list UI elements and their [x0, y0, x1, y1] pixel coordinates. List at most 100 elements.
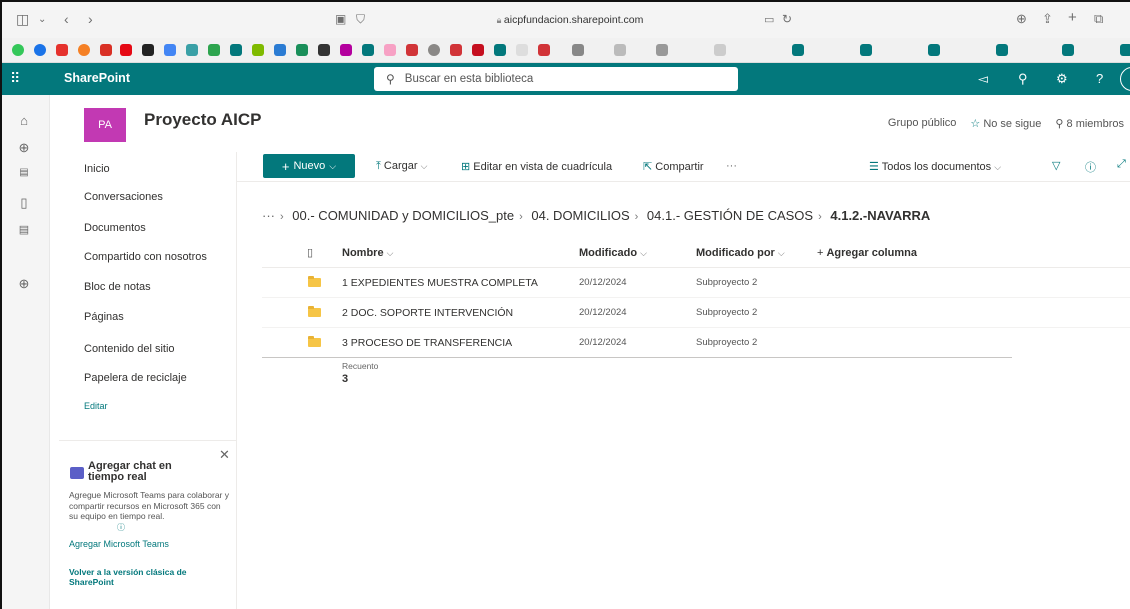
news-icon[interactable]: ▤ [16, 167, 32, 183]
tab-overview-icon[interactable]: ▣ [335, 12, 346, 26]
share-button[interactable]: ⇱ Compartir [643, 160, 704, 173]
info-icon[interactable]: ⓘ [1085, 159, 1096, 175]
modified-by[interactable]: Subproyecto 2 [696, 307, 757, 318]
favorite-icon[interactable] [572, 44, 584, 56]
view-selector[interactable]: ☰ Todos los documentos ⌵ [869, 160, 1001, 173]
nav-item-compartido[interactable]: Compartido con nosotros [84, 251, 207, 263]
favorite-icon[interactable] [428, 44, 440, 56]
favorite-icon[interactable] [494, 44, 506, 56]
favorite-icon[interactable] [472, 44, 484, 56]
shield-icon[interactable]: ⛉ [356, 12, 365, 27]
share-icon[interactable]: ⇪ [1042, 11, 1053, 27]
help-icon[interactable]: ? [1096, 71, 1103, 86]
column-header-modified-by[interactable]: Modificado por ⌵ [696, 247, 785, 259]
file-name[interactable]: 1 EXPEDIENTES MUESTRA COMPLETA [342, 277, 538, 289]
classic-view-link[interactable]: Volver a la versión clásica de SharePoin… [69, 567, 219, 587]
download-icon[interactable]: ⊕ [1016, 11, 1027, 27]
globe-icon[interactable]: ⊕ [16, 140, 32, 156]
breadcrumb-item[interactable]: 04. DOMICILIOS [531, 208, 629, 223]
favorite-icon[interactable] [318, 44, 330, 56]
create-icon[interactable]: ⊕ [16, 276, 32, 292]
list-icon[interactable]: ▤ [16, 223, 32, 239]
site-logo[interactable]: PA [84, 108, 126, 142]
home-icon[interactable]: ⌂ [16, 113, 32, 129]
members-button[interactable]: ⚲ 8 miembros [1055, 117, 1124, 130]
table-row[interactable]: 1 EXPEDIENTES MUESTRA COMPLETA 20/12/202… [262, 268, 1130, 298]
reader-icon[interactable]: ▭ [764, 13, 774, 26]
table-row[interactable]: 2 DOC. SOPORTE INTERVENCIÓN 20/12/2024 S… [262, 298, 1130, 328]
upload-button[interactable]: ⤒ Cargar ⌵ [376, 160, 427, 173]
add-teams-link[interactable]: Agregar Microsoft Teams [69, 539, 169, 549]
nav-item-paginas[interactable]: Páginas [84, 311, 124, 323]
nav-item-conversaciones[interactable]: Conversaciones [84, 191, 163, 203]
file-name[interactable]: 3 PROCESO DE TRANSFERENCIA [342, 337, 512, 349]
nav-item-inicio[interactable]: Inicio [84, 163, 110, 175]
breadcrumb-overflow[interactable]: ··· [262, 208, 275, 223]
favorite-icon[interactable] [614, 44, 626, 56]
avatar[interactable] [1120, 67, 1130, 91]
favorite-icon[interactable] [78, 44, 90, 56]
favorite-icon[interactable] [296, 44, 308, 56]
more-button[interactable]: ··· [726, 160, 737, 172]
people-icon[interactable]: ⚲ [1018, 71, 1028, 87]
nav-item-contenido[interactable]: Contenido del sitio [84, 343, 175, 355]
favorite-icon[interactable] [406, 44, 418, 56]
site-title[interactable]: Proyecto AICP [144, 110, 261, 130]
favorite-icon[interactable] [516, 44, 528, 56]
favorite-icon[interactable] [230, 44, 242, 56]
nav-item-documentos[interactable]: Documentos [84, 222, 146, 234]
favorite-icon[interactable] [142, 44, 154, 56]
favorite-icon[interactable] [56, 44, 68, 56]
chevron-down-icon[interactable]: ⌄ [38, 14, 46, 25]
favorite-icon[interactable] [12, 44, 24, 56]
favorite-icon[interactable] [252, 44, 264, 56]
favorite-icon[interactable] [120, 44, 132, 56]
forward-icon[interactable]: › [88, 11, 93, 27]
file-name[interactable]: 2 DOC. SOPORTE INTERVENCIÓN [342, 307, 513, 319]
tabs-icon[interactable]: ⧉ [1094, 11, 1103, 27]
breadcrumb-item[interactable]: 04.1.- GESTIÓN DE CASOS [647, 208, 813, 223]
table-row[interactable]: 3 PROCESO DE TRANSFERENCIA 20/12/2024 Su… [262, 328, 1012, 358]
favorite-icon[interactable] [362, 44, 374, 56]
gear-icon[interactable]: ⚙ [1056, 71, 1068, 87]
favorite-icon[interactable] [340, 44, 352, 56]
file-icon[interactable]: ▯ [16, 195, 32, 211]
favorite-icon[interactable] [1062, 44, 1074, 56]
favorite-icon[interactable] [100, 44, 112, 56]
favorite-icon[interactable] [384, 44, 396, 56]
expand-icon[interactable]: ⤢ [1117, 158, 1126, 171]
filter-icon[interactable]: ▽ [1052, 159, 1060, 172]
new-button[interactable]: + Nuevo ⌵ [263, 154, 355, 178]
nav-item-papelera[interactable]: Papelera de reciclaje [84, 372, 187, 384]
favorite-icon[interactable] [656, 44, 668, 56]
edit-nav-link[interactable]: Editar [84, 401, 108, 411]
add-column-button[interactable]: + Agregar columna [817, 247, 917, 259]
close-icon[interactable]: ✕ [219, 447, 230, 463]
new-tab-icon[interactable]: + [1068, 9, 1077, 26]
search-input[interactable]: ⚲ Buscar en esta biblioteca [374, 67, 738, 91]
favorite-icon[interactable] [1120, 44, 1130, 56]
breadcrumb-item[interactable]: 00.- COMUNIDAD y DOMICILIOS_pte [292, 208, 514, 223]
favorite-icon[interactable] [928, 44, 940, 56]
favorite-icon[interactable] [208, 44, 220, 56]
follow-button[interactable]: ☆ No se sigue [970, 117, 1041, 130]
modified-by[interactable]: Subproyecto 2 [696, 277, 757, 288]
sidebar-toggle-icon[interactable]: ◫ [16, 11, 29, 28]
nav-item-bloc-notas[interactable]: Bloc de notas [84, 281, 151, 293]
favorite-icon[interactable] [996, 44, 1008, 56]
grid-edit-button[interactable]: ⊞ Editar en vista de cuadrícula [461, 160, 612, 173]
modified-by[interactable]: Subproyecto 2 [696, 337, 757, 348]
favorite-icon[interactable] [164, 44, 176, 56]
column-header-name[interactable]: Nombre ⌵ [342, 247, 393, 259]
address-bar[interactable]: 🔒︎ aicpfundacion.sharepoint.com [400, 10, 740, 30]
megaphone-icon[interactable]: ◅ [978, 71, 988, 87]
favorite-icon[interactable] [860, 44, 872, 56]
reload-icon[interactable]: ↻ [782, 12, 792, 26]
favorite-icon[interactable] [538, 44, 550, 56]
favorite-icon[interactable] [792, 44, 804, 56]
app-name[interactable]: SharePoint [64, 71, 130, 85]
favorite-icon[interactable] [714, 44, 726, 56]
info-icon[interactable]: ⓘ [117, 522, 125, 533]
favorite-icon[interactable] [186, 44, 198, 56]
column-header-modified[interactable]: Modificado ⌵ [579, 247, 647, 259]
